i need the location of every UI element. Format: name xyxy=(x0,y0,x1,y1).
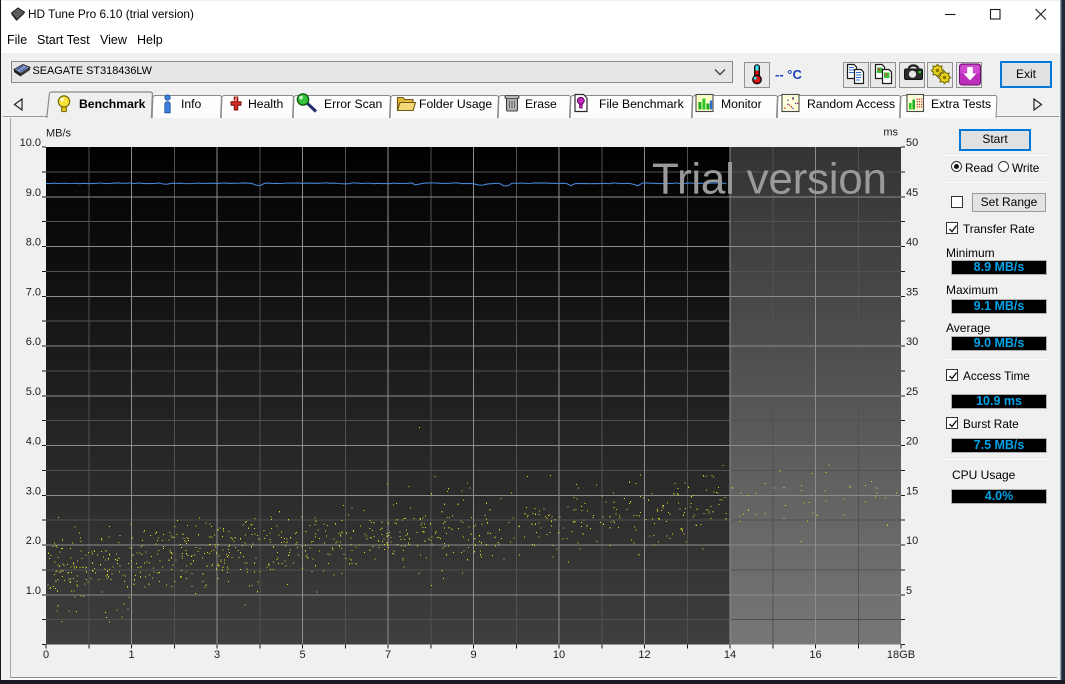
svg-text:5: 5 xyxy=(906,585,912,597)
svg-text:4.0: 4.0 xyxy=(26,436,41,448)
svg-text:15: 15 xyxy=(906,485,918,497)
svg-text:Error Scan: Error Scan xyxy=(324,97,382,111)
svg-text:Erase: Erase xyxy=(525,97,557,111)
svg-text:5.0: 5.0 xyxy=(26,386,41,398)
svg-text:7.0: 7.0 xyxy=(26,286,41,298)
svg-text:10: 10 xyxy=(553,649,565,661)
svg-text:Health: Health xyxy=(248,97,283,111)
svg-text:Monitor: Monitor xyxy=(721,97,762,111)
svg-text:30: 30 xyxy=(906,336,918,348)
svg-text:9.0: 9.0 xyxy=(26,187,41,199)
svg-text:6.0: 6.0 xyxy=(26,336,41,348)
svg-text:Folder Usage: Folder Usage xyxy=(419,97,492,111)
svg-text:MB/s: MB/s xyxy=(46,128,72,140)
svg-text:File Benchmark: File Benchmark xyxy=(599,97,685,111)
svg-text:1: 1 xyxy=(128,649,134,661)
svg-text:3.0: 3.0 xyxy=(26,485,41,497)
svg-text:10.0: 10.0 xyxy=(20,137,41,149)
svg-text:ms: ms xyxy=(883,127,898,139)
svg-text:10: 10 xyxy=(906,535,918,547)
svg-text:50: 50 xyxy=(906,137,918,149)
svg-text:18GB: 18GB xyxy=(887,649,915,661)
svg-text:40: 40 xyxy=(906,237,918,249)
svg-text:Random Access: Random Access xyxy=(807,97,895,111)
svg-text:14: 14 xyxy=(724,649,736,661)
svg-text:25: 25 xyxy=(906,386,918,398)
svg-text:12: 12 xyxy=(638,649,650,661)
svg-text:20: 20 xyxy=(906,436,918,448)
svg-text:Trial version: Trial version xyxy=(652,155,887,204)
svg-text:0: 0 xyxy=(43,649,49,661)
svg-text:1.0: 1.0 xyxy=(26,585,41,597)
svg-text:Extra Tests: Extra Tests xyxy=(931,97,991,111)
svg-text:5: 5 xyxy=(299,649,305,661)
svg-text:35: 35 xyxy=(906,286,918,298)
svg-text:16: 16 xyxy=(809,649,821,661)
svg-text:8.0: 8.0 xyxy=(26,237,41,249)
svg-text:Benchmark: Benchmark xyxy=(79,97,146,111)
svg-text:9: 9 xyxy=(470,649,476,661)
svg-text:3: 3 xyxy=(214,649,220,661)
svg-text:7: 7 xyxy=(385,649,391,661)
svg-text:2.0: 2.0 xyxy=(26,535,41,547)
svg-text:45: 45 xyxy=(906,187,918,199)
svg-text:Info: Info xyxy=(181,97,202,111)
